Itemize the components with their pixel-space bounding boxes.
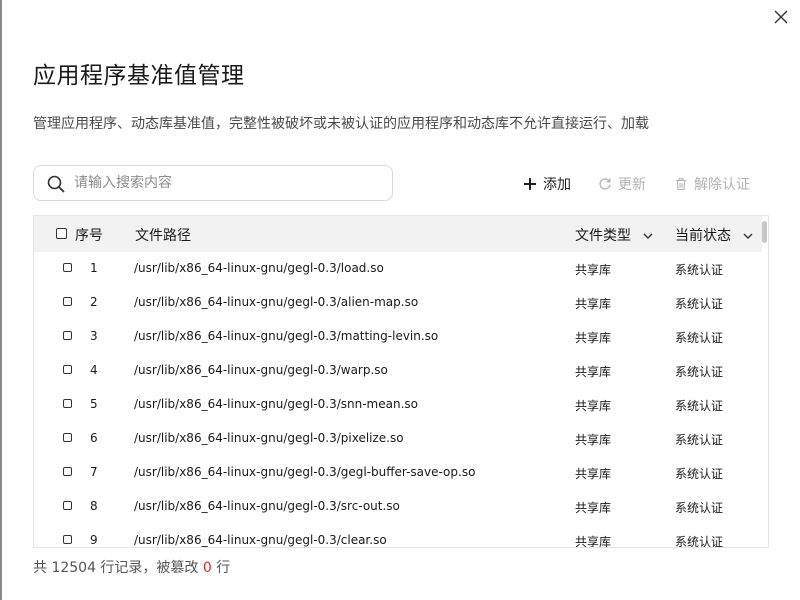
row-path: /usr/lib/x86_64-linux-gnu/gegl-0.3/warp.… bbox=[134, 363, 388, 377]
row-index: 3 bbox=[90, 329, 98, 343]
row-checkbox[interactable] bbox=[63, 263, 72, 272]
row-status: 系统认证 bbox=[675, 433, 724, 447]
chevron-down-icon bbox=[743, 233, 753, 239]
chevron-down-icon bbox=[643, 233, 653, 239]
row-path: /usr/lib/x86_64-linux-gnu/gegl-0.3/clear… bbox=[134, 533, 387, 547]
table-row[interactable]: 4 /usr/lib/x86_64-linux-gnu/gegl-0.3/war… bbox=[34, 353, 762, 387]
trash-icon bbox=[676, 178, 686, 191]
add-label: 添加 bbox=[543, 177, 571, 193]
header-type[interactable]: 文件类型 bbox=[575, 225, 655, 245]
table-row[interactable]: 2 /usr/lib/x86_64-linux-gnu/gegl-0.3/ali… bbox=[34, 285, 762, 319]
row-type: 共享库 bbox=[575, 399, 612, 413]
row-index: 8 bbox=[90, 499, 98, 513]
search-icon bbox=[47, 175, 65, 193]
search-box[interactable] bbox=[33, 165, 393, 201]
row-path: /usr/lib/x86_64-linux-gnu/gegl-0.3/load.… bbox=[134, 261, 384, 275]
select-all-checkbox[interactable] bbox=[56, 228, 67, 239]
header-status[interactable]: 当前状态 bbox=[675, 225, 755, 245]
row-status: 系统认证 bbox=[675, 467, 724, 481]
row-type: 共享库 bbox=[575, 535, 612, 548]
row-checkbox[interactable] bbox=[63, 535, 72, 544]
row-status: 系统认证 bbox=[675, 501, 724, 515]
row-index: 7 bbox=[90, 465, 98, 479]
row-checkbox[interactable] bbox=[63, 365, 72, 374]
row-index: 6 bbox=[90, 431, 98, 445]
row-status: 系统认证 bbox=[675, 331, 724, 345]
table-header: 序号 文件路径 文件类型 当前状态 bbox=[34, 216, 762, 252]
unauthenticate-button[interactable]: 解除认证 bbox=[674, 172, 750, 196]
table-row[interactable]: 6 /usr/lib/x86_64-linux-gnu/gegl-0.3/pix… bbox=[34, 421, 762, 455]
row-checkbox[interactable] bbox=[63, 399, 72, 408]
tampered-count: 0 bbox=[202, 560, 212, 576]
row-type: 共享库 bbox=[575, 297, 612, 311]
row-index: 4 bbox=[90, 363, 98, 377]
row-path: /usr/lib/x86_64-linux-gnu/gegl-0.3/gegl-… bbox=[134, 465, 476, 479]
row-type: 共享库 bbox=[575, 263, 612, 277]
row-index: 2 bbox=[90, 295, 98, 309]
dialog-description: 管理应用程序、动态库基准值，完整性被破坏或未被认证的应用程序和动态库不允许直接运… bbox=[33, 116, 649, 132]
unauthenticate-label: 解除认证 bbox=[694, 177, 750, 193]
row-status: 系统认证 bbox=[675, 535, 724, 548]
refresh-label: 更新 bbox=[618, 177, 646, 193]
scrollbar-thumb[interactable] bbox=[762, 221, 767, 243]
row-index: 9 bbox=[90, 533, 98, 547]
add-button[interactable]: 添加 bbox=[523, 172, 571, 196]
row-type: 共享库 bbox=[575, 501, 612, 515]
table-row[interactable]: 9 /usr/lib/x86_64-linux-gnu/gegl-0.3/cle… bbox=[34, 523, 762, 548]
record-summary-suffix: 行 bbox=[216, 560, 231, 576]
table-row[interactable]: 3 /usr/lib/x86_64-linux-gnu/gegl-0.3/mat… bbox=[34, 319, 762, 353]
row-type: 共享库 bbox=[575, 433, 612, 447]
row-path: /usr/lib/x86_64-linux-gnu/gegl-0.3/src-o… bbox=[134, 499, 400, 513]
table-row[interactable]: 1 /usr/lib/x86_64-linux-gnu/gegl-0.3/loa… bbox=[34, 251, 762, 285]
row-type: 共享库 bbox=[575, 331, 612, 345]
row-type: 共享库 bbox=[575, 365, 612, 379]
row-checkbox[interactable] bbox=[63, 331, 72, 340]
row-status: 系统认证 bbox=[675, 263, 724, 277]
row-status: 系统认证 bbox=[675, 399, 724, 413]
table-row[interactable]: 7 /usr/lib/x86_64-linux-gnu/gegl-0.3/geg… bbox=[34, 455, 762, 489]
baseline-management-dialog: 应用程序基准值管理 管理应用程序、动态库基准值，完整性被破坏或未被认证的应用程序… bbox=[0, 0, 800, 600]
refresh-icon bbox=[599, 178, 611, 190]
header-status-label: 当前状态 bbox=[675, 228, 731, 244]
row-checkbox[interactable] bbox=[63, 467, 72, 476]
table-scrollbar[interactable] bbox=[760, 216, 768, 547]
row-index: 1 bbox=[90, 261, 98, 275]
refresh-button[interactable]: 更新 bbox=[598, 172, 646, 196]
row-checkbox[interactable] bbox=[63, 433, 72, 442]
row-path: /usr/lib/x86_64-linux-gnu/gegl-0.3/matti… bbox=[134, 329, 439, 343]
header-index: 序号 bbox=[75, 228, 103, 244]
record-summary-prefix: 共 12504 行记录，被篡改 bbox=[33, 560, 199, 576]
table-row[interactable]: 5 /usr/lib/x86_64-linux-gnu/gegl-0.3/snn… bbox=[34, 387, 762, 421]
row-index: 5 bbox=[90, 397, 98, 411]
close-icon bbox=[774, 10, 788, 24]
row-path: /usr/lib/x86_64-linux-gnu/gegl-0.3/snn-m… bbox=[134, 397, 418, 411]
row-checkbox[interactable] bbox=[63, 297, 72, 306]
row-path: /usr/lib/x86_64-linux-gnu/gegl-0.3/alien… bbox=[134, 295, 419, 309]
window-edge bbox=[0, 0, 2, 600]
row-status: 系统认证 bbox=[675, 365, 724, 379]
baseline-table: 序号 文件路径 文件类型 当前状态 1 /usr/lib/x86_64-linu… bbox=[33, 215, 769, 548]
table-row[interactable]: 8 /usr/lib/x86_64-linux-gnu/gegl-0.3/src… bbox=[34, 489, 762, 523]
close-button[interactable] bbox=[770, 6, 792, 28]
record-summary: 共 12504 行记录，被篡改 0 行 bbox=[33, 557, 230, 577]
row-checkbox[interactable] bbox=[63, 501, 72, 510]
row-type: 共享库 bbox=[575, 467, 612, 481]
row-status: 系统认证 bbox=[675, 297, 724, 311]
header-path: 文件路径 bbox=[135, 228, 191, 244]
plus-icon bbox=[524, 178, 536, 190]
search-input[interactable] bbox=[74, 172, 374, 194]
dialog-title: 应用程序基准值管理 bbox=[33, 63, 245, 89]
header-type-label: 文件类型 bbox=[575, 228, 631, 244]
row-path: /usr/lib/x86_64-linux-gnu/gegl-0.3/pixel… bbox=[134, 431, 404, 445]
